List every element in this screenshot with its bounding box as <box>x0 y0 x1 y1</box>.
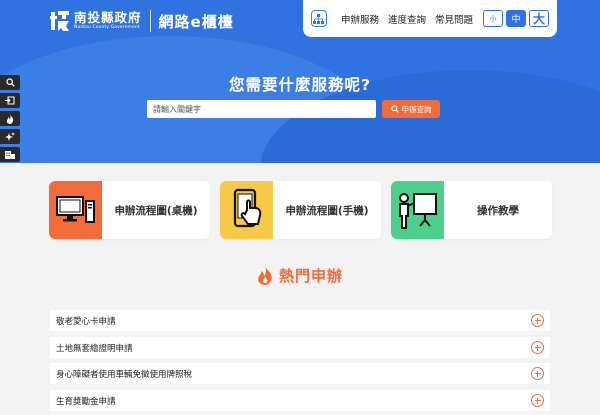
nav-progress-query[interactable]: 進度查詢 <box>388 12 426 26</box>
expand-plus-icon[interactable] <box>531 394 544 407</box>
fire-icon <box>258 266 272 285</box>
card-icon-box <box>220 181 273 239</box>
desktop-computer-icon <box>55 196 95 223</box>
nav-apply-services[interactable]: 申辦服務 <box>341 12 379 26</box>
sparkle-icon <box>5 131 15 141</box>
expand-plus-icon[interactable] <box>531 367 544 380</box>
card-flowchart-desktop[interactable]: 申辦流程圖(桌機) <box>49 181 210 239</box>
hot-list-item[interactable]: 敬老愛心卡申請 <box>50 310 550 331</box>
card-icon-box <box>49 181 102 239</box>
login-icon <box>5 96 15 105</box>
nav-faq[interactable]: 常見問題 <box>435 12 473 26</box>
expand-plus-icon[interactable] <box>531 314 544 327</box>
card-label: 操作教學 <box>477 204 519 217</box>
card-label: 申辦流程圖(桌機) <box>114 204 198 217</box>
hot-list-item-label: 敬老愛心卡申請 <box>56 316 116 327</box>
card-icon-box <box>391 181 444 239</box>
logo-text: 南投縣政府 Nantou County Government <box>74 11 142 31</box>
hot-list-item-label: 土地無套繪證明申請 <box>56 343 133 354</box>
sitemap-button[interactable] <box>311 10 327 27</box>
teaching-icon <box>398 193 437 229</box>
hot-section-title: 熱門申辦 <box>0 265 600 286</box>
hot-list-item[interactable]: 土地無套繪證明申請 <box>50 337 550 358</box>
hot-list-item-label: 身心障礙者使用車輛免徵使用牌照稅 <box>56 369 193 380</box>
site-name: 網路e櫃檯 <box>158 12 234 31</box>
font-size-switcher: 小 中 大 <box>483 10 549 27</box>
sitemap-icon <box>313 13 325 24</box>
top-navigation: 申辦服務 進度查詢 常見問題 小 中 大 <box>303 0 557 37</box>
hot-list-item-label: 生育獎勵金申請 <box>56 396 116 407</box>
hot-title-text: 熱門申辦 <box>278 267 343 285</box>
search-button[interactable]: 申辦查詢 <box>382 100 440 118</box>
font-size-small-button[interactable]: 小 <box>483 10 503 27</box>
expand-plus-icon[interactable] <box>531 341 544 354</box>
logo-en: Nantou County Government <box>74 25 140 30</box>
card-tutorial[interactable]: 操作教學 <box>391 181 552 239</box>
logo-cn: 南投縣政府 <box>74 10 142 25</box>
font-size-medium-button[interactable]: 中 <box>506 10 526 27</box>
mobile-phone-icon <box>233 188 261 228</box>
side-agency-button[interactable] <box>0 147 20 162</box>
search-input[interactable] <box>147 100 376 118</box>
side-new-button[interactable] <box>0 129 20 144</box>
font-size-large-button[interactable]: 大 <box>529 10 549 27</box>
side-hot-button[interactable] <box>0 111 20 126</box>
logo-divider <box>149 10 151 32</box>
hot-list-item[interactable]: 生育獎勵金申請 <box>50 390 550 411</box>
building-icon <box>5 151 15 159</box>
search-icon <box>390 105 399 113</box>
fire-icon <box>6 113 14 124</box>
card-flowchart-mobile[interactable]: 申辦流程圖(手機) <box>220 181 381 239</box>
hot-list-item[interactable]: 身心障礙者使用車輛免徵使用牌照稅 <box>50 363 550 384</box>
hero-title: 您需要什麼服務呢? <box>229 76 371 94</box>
search-button-label: 申辦查詢 <box>401 104 432 114</box>
site-logo[interactable]: 南投縣政府 Nantou County Government 網路e櫃檯 <box>50 9 234 33</box>
side-login-button[interactable] <box>0 93 20 108</box>
card-label: 申辦流程圖(手機) <box>285 204 369 217</box>
county-emblem-icon <box>50 10 70 32</box>
